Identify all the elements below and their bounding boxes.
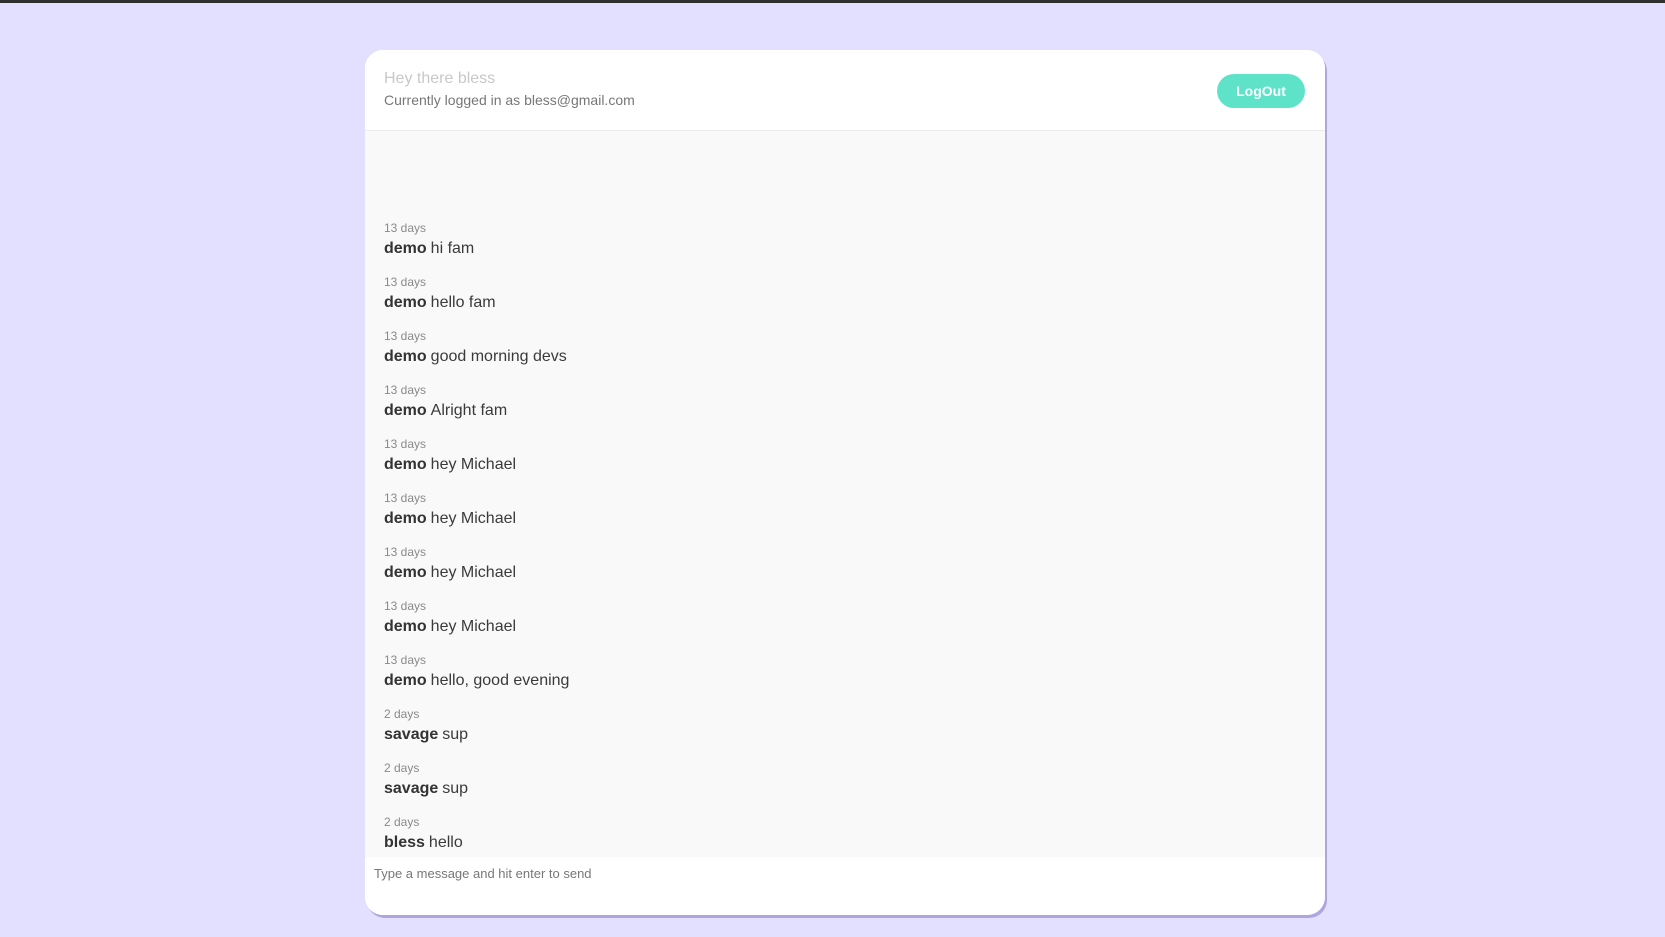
logout-button[interactable]: LogOut [1217, 74, 1305, 108]
message-author: savage [384, 726, 439, 743]
message-item: 13 days demo good morning devs [384, 329, 567, 379]
message-time: 13 days [384, 491, 427, 505]
message-text: Alright fam [430, 402, 508, 419]
message-item: 13 days demo hello fam [384, 275, 496, 325]
message-composer [365, 857, 1325, 915]
message-author: demo [384, 402, 427, 419]
chat-window: Hey there bless Currently logged in as b… [365, 50, 1325, 915]
message-text: hi fam [430, 240, 475, 257]
message-text: hello, good evening [430, 672, 570, 689]
message-item: 2 days savage sup [384, 761, 468, 811]
message-text: hey Michael [430, 456, 517, 473]
message-item: 13 days demo Alright fam [384, 383, 507, 433]
message-time: 13 days [384, 221, 427, 235]
message-item: 13 days demo hi fam [384, 221, 474, 271]
message-time: 13 days [384, 545, 427, 559]
message-author: demo [384, 672, 427, 689]
message-time: 13 days [384, 383, 427, 397]
message-time: 2 days [384, 707, 420, 721]
message-time: 2 days [384, 761, 420, 775]
message-text: hey Michael [430, 618, 517, 635]
message-author: bless [384, 834, 425, 851]
message-author: demo [384, 618, 427, 635]
message-text: hello [428, 834, 463, 851]
message-author: demo [384, 510, 427, 527]
message-item: 2 days savage sup [384, 707, 468, 757]
login-status-text: Currently logged in as bless@gmail.com [384, 92, 635, 108]
message-time: 13 days [384, 599, 427, 613]
message-time: 13 days [384, 653, 427, 667]
message-text: sup [442, 780, 469, 797]
message-author: demo [384, 294, 427, 311]
message-author: demo [384, 240, 427, 257]
message-input[interactable] [365, 857, 1325, 915]
message-time: 13 days [384, 275, 427, 289]
greeting-text: Hey there bless [384, 70, 496, 87]
message-text: good morning devs [430, 348, 567, 365]
message-item: 13 days demo hey Michael [384, 545, 516, 595]
message-time: 13 days [384, 329, 427, 343]
message-item: 13 days demo hello, good evening [384, 653, 569, 703]
message-time: 13 days [384, 437, 427, 451]
message-time: 2 days [384, 815, 420, 829]
chat-header: Hey there bless Currently logged in as b… [365, 50, 1325, 131]
message-text: sup [442, 726, 469, 743]
message-item: 13 days demo hey Michael [384, 599, 516, 649]
message-text: hey Michael [430, 564, 517, 581]
top-border [0, 0, 1665, 3]
message-item: 13 days demo hey Michael [384, 491, 516, 541]
message-text: hey Michael [430, 510, 517, 527]
message-item: 13 days demo hey Michael [384, 437, 516, 487]
message-author: demo [384, 348, 427, 365]
message-author: demo [384, 564, 427, 581]
message-text: hello fam [430, 294, 496, 311]
message-author: savage [384, 780, 439, 797]
message-list: 13 days demo hi fam 13 days demo hello fam… [365, 131, 1325, 857]
message-author: demo [384, 456, 427, 473]
